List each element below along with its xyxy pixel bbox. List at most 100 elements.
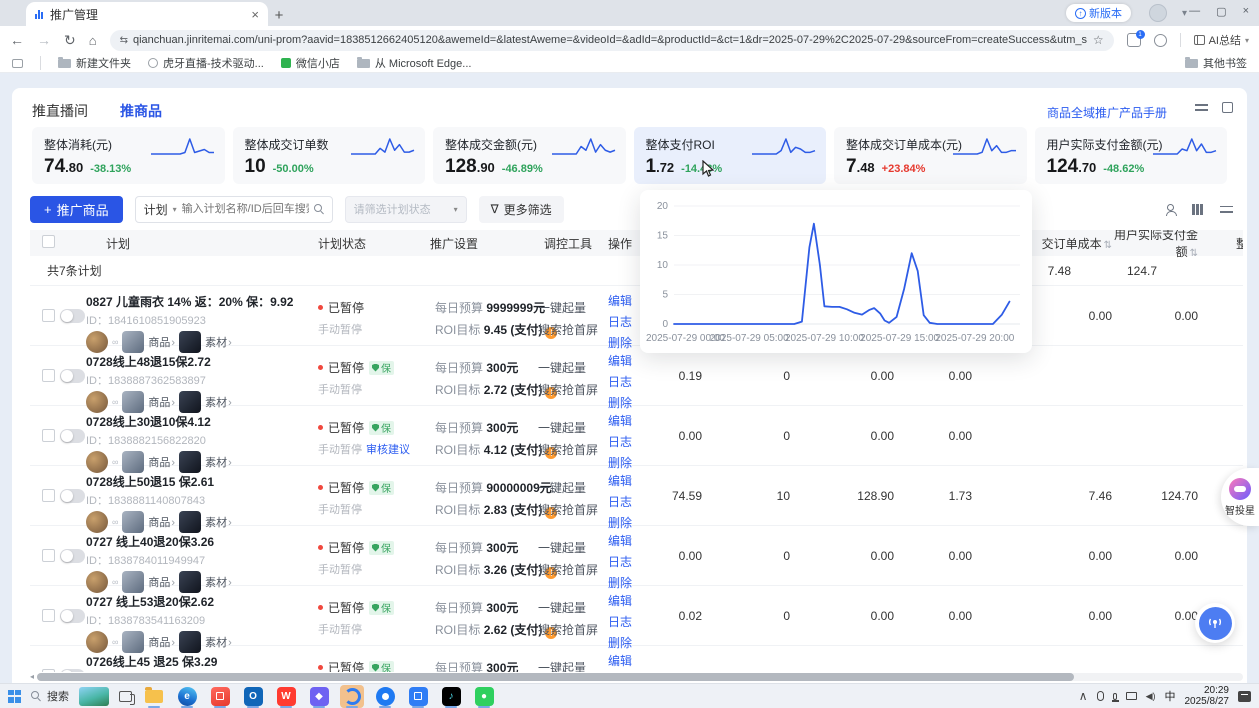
- new-tab-button[interactable]: +: [268, 4, 290, 26]
- minimize-button[interactable]: —: [1189, 5, 1200, 18]
- sort-icon[interactable]: ⇅: [1104, 240, 1112, 251]
- edit-link[interactable]: 编辑: [608, 412, 650, 429]
- browser-profile-avatar[interactable]: [1149, 4, 1167, 22]
- taskbar-app-purple[interactable]: ◆: [307, 685, 331, 708]
- horizontal-scrollbar[interactable]: ◂: [30, 672, 1243, 681]
- one-key-boost-tool[interactable]: 一键起量: [538, 479, 602, 496]
- edit-link[interactable]: 编辑: [608, 652, 650, 669]
- card-order-cost[interactable]: 整体成交订单成本(元) 7.48+23.84%: [834, 127, 1027, 184]
- row-toggle[interactable]: [60, 369, 85, 383]
- col-setting[interactable]: 推广设置: [410, 235, 524, 252]
- taskbar-app-blue-square[interactable]: [406, 685, 430, 708]
- mouse-device-icon[interactable]: [1097, 691, 1104, 701]
- search-screen-tool[interactable]: 搜索抢首屏: [538, 621, 602, 638]
- row-checkbox[interactable]: [42, 489, 55, 502]
- row-toggle[interactable]: [60, 549, 85, 563]
- display-settings-icon[interactable]: [1195, 102, 1208, 113]
- audience-icon[interactable]: [1166, 205, 1175, 214]
- one-key-boost-tool[interactable]: 一键起量: [538, 599, 602, 616]
- bookmark-item[interactable]: 微信小店: [281, 55, 340, 71]
- search-screen-tool[interactable]: 搜索抢首屏: [538, 381, 602, 398]
- col-status[interactable]: 计划状态: [298, 235, 410, 252]
- review-suggestion-link[interactable]: 审核建议: [366, 444, 410, 456]
- search-screen-tool[interactable]: 搜索抢首屏: [538, 441, 602, 458]
- back-button[interactable]: ←: [10, 32, 24, 48]
- tab-close-icon[interactable]: ×: [251, 7, 259, 22]
- col-overall-cut[interactable]: 整体: [1204, 235, 1243, 252]
- one-key-boost-tool[interactable]: 一键起量: [538, 419, 602, 436]
- search-screen-tool[interactable]: 搜索抢首屏: [538, 561, 602, 578]
- col-tool[interactable]: 调控工具: [524, 235, 602, 252]
- row-checkbox[interactable]: [42, 549, 55, 562]
- edit-link[interactable]: 编辑: [608, 472, 650, 489]
- taskbar-app-qianchuan-active[interactable]: [340, 685, 364, 708]
- taskbar-app-wps[interactable]: W: [274, 685, 298, 708]
- taskbar-app-wechat[interactable]: ●: [472, 685, 496, 708]
- row-toggle[interactable]: [60, 429, 85, 443]
- scroll-left-arrow[interactable]: ◂: [30, 672, 34, 681]
- bookmark-item[interactable]: 虎牙直播-技术驱动...: [148, 55, 264, 71]
- log-link[interactable]: 日志: [608, 613, 650, 630]
- scrollbar-thumb[interactable]: [37, 673, 1074, 681]
- row-checkbox[interactable]: [42, 309, 55, 322]
- promote-product-button[interactable]: +推广商品: [30, 196, 123, 223]
- taskbar-app-outlook[interactable]: O: [241, 685, 265, 708]
- bookmark-star-icon[interactable]: ☆: [1093, 33, 1104, 47]
- other-bookmarks[interactable]: 其他书签: [1185, 55, 1247, 71]
- log-link[interactable]: 日志: [608, 553, 650, 570]
- ai-summary-button[interactable]: AI总结 ▾: [1194, 32, 1249, 48]
- plan-title[interactable]: 0728线上30退10保4.12: [86, 413, 298, 430]
- tray-expand-icon[interactable]: ∧: [1079, 689, 1088, 703]
- row-toggle[interactable]: [60, 309, 85, 323]
- weather-widget[interactable]: [79, 687, 109, 706]
- site-settings-icon[interactable]: ⇆: [120, 35, 127, 46]
- table-settings-icon[interactable]: [1220, 204, 1233, 215]
- taskbar-app-edge[interactable]: e: [175, 685, 199, 708]
- plan-status-select[interactable]: 请筛选计划状态▾: [345, 196, 467, 223]
- col-plan[interactable]: 计划: [86, 235, 298, 252]
- network-display-icon[interactable]: [1126, 692, 1137, 700]
- card-gmv[interactable]: 整体成交金额(元) 128.90-46.89%: [433, 127, 626, 184]
- plan-type-select[interactable]: 计划: [144, 201, 168, 218]
- sort-icon[interactable]: ⇅: [1190, 248, 1198, 259]
- tab-live-room[interactable]: 推直播间: [32, 101, 88, 121]
- more-filters-button[interactable]: ∇更多筛选: [479, 196, 564, 223]
- task-view-icon[interactable]: [119, 691, 132, 702]
- row-checkbox[interactable]: [42, 369, 55, 382]
- one-key-boost-tool[interactable]: 一键起量: [538, 539, 602, 556]
- maximize-button[interactable]: ▢: [1216, 5, 1226, 18]
- microphone-icon[interactable]: [1113, 693, 1117, 700]
- search-screen-tool[interactable]: 搜索抢首屏: [538, 501, 602, 518]
- bookmark-item[interactable]: 从 Microsoft Edge...: [357, 55, 472, 71]
- card-total-cost[interactable]: 整体消耗(元) 74.80-38.13%: [32, 127, 225, 184]
- card-order-count[interactable]: 整体成交订单数 10-50.00%: [233, 127, 426, 184]
- search-icon[interactable]: [314, 204, 324, 214]
- fullscreen-icon[interactable]: [1222, 102, 1233, 113]
- speaker-icon[interactable]: ◀): [1146, 691, 1156, 702]
- extension-icon-2[interactable]: [1154, 34, 1167, 47]
- browser-tab[interactable]: 推广管理 ×: [26, 2, 268, 26]
- plan-title[interactable]: 0727 线上53退20保2.62: [86, 593, 298, 610]
- plan-title[interactable]: 0728线上50退15 保2.61: [86, 473, 298, 490]
- edit-link[interactable]: 编辑: [608, 352, 650, 369]
- log-link[interactable]: 日志: [608, 373, 650, 390]
- home-button[interactable]: ⌂: [89, 33, 97, 48]
- ime-indicator[interactable]: 中: [1165, 688, 1176, 704]
- forward-button[interactable]: →: [37, 32, 51, 48]
- row-checkbox[interactable]: [42, 429, 55, 442]
- plan-title[interactable]: 0727 线上40退20保3.26: [86, 533, 298, 550]
- start-button[interactable]: [8, 690, 21, 703]
- plan-search-input[interactable]: [182, 203, 309, 215]
- taskbar-app-store[interactable]: [208, 685, 232, 708]
- bookmark-item[interactable]: 新建文件夹: [58, 55, 131, 71]
- card-user-pay[interactable]: 用户实际支付金额(元) 124.70-48.62%: [1035, 127, 1228, 184]
- col-user-pay[interactable]: 用户实际支付金额⇅: [1112, 230, 1204, 260]
- edit-link[interactable]: 编辑: [608, 532, 650, 549]
- new-version-badge[interactable]: ↑新版本: [1066, 4, 1131, 22]
- taskbar-app-file-explorer[interactable]: [142, 685, 166, 708]
- plan-title[interactable]: 0726线上45 退25 保3.29: [86, 653, 298, 670]
- row-toggle[interactable]: [60, 609, 85, 623]
- reading-list-icon[interactable]: [12, 59, 23, 68]
- address-bar[interactable]: ⇆ qianchuan.jinritemai.com/uni-prom?aavi…: [110, 30, 1114, 51]
- one-key-boost-tool[interactable]: 一键起量: [538, 659, 602, 672]
